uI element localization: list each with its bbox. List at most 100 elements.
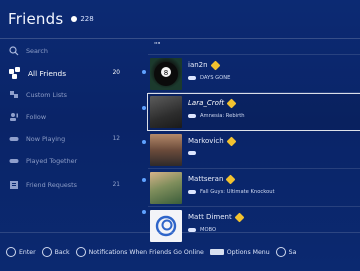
friend-name: ian2n <box>188 60 221 70</box>
controller-icon <box>8 133 20 145</box>
friend-row[interactable]: Mattseran Fall Guys: Ultimate Knockout <box>148 170 360 206</box>
friend-name-text: ian2n <box>188 61 208 69</box>
page-title: Friends <box>8 10 64 28</box>
hint-sa[interactable]: Sa <box>275 247 297 257</box>
sidebar-item-label: Custom Lists <box>26 91 68 99</box>
ps-plus-icon <box>234 212 245 222</box>
sidebar-item-label: Friend Requests <box>26 181 77 189</box>
friend-info: Mattseran Fall Guys: Ultimate Knockout <box>188 172 360 204</box>
avatar <box>150 172 182 204</box>
sidebar-item-played-together[interactable]: Played Together <box>8 152 132 170</box>
friends-icon <box>8 66 22 80</box>
friend-info: ian2n DAYS GONE <box>188 58 360 90</box>
game-icon <box>188 76 196 80</box>
friend-activity-text: Amnesia: Rebirth <box>200 113 245 119</box>
sidebar-item-label: Search <box>26 47 48 55</box>
friend-name-text: Mattseran <box>188 175 224 183</box>
ps-plus-icon <box>225 174 236 184</box>
hint-back[interactable]: Back <box>41 247 70 257</box>
online-dot <box>142 70 146 74</box>
button-hints-bar: Enter Back Notifications When Friends Go… <box>0 232 360 271</box>
sidebar-item-count: 21 <box>112 182 120 188</box>
sidebar-item-count: 12 <box>112 136 120 142</box>
row-divider <box>148 54 360 55</box>
friend-activity <box>188 151 200 155</box>
friend-row-selected[interactable]: Lara_Croft Amnesia: Rebirth <box>147 93 360 131</box>
game-icon <box>188 151 196 155</box>
header-divider <box>0 38 360 39</box>
requests-icon <box>8 179 20 191</box>
friend-activity-text: Fall Guys: Ultimate Knockout <box>200 189 275 195</box>
friends-count: 228 <box>71 15 94 23</box>
friend-name: Matt Diment <box>188 212 245 222</box>
hint-options-label: Options Menu <box>226 248 270 256</box>
row-divider <box>148 130 360 131</box>
online-dot <box>142 210 146 214</box>
friend-activity: DAYS GONE <box>188 75 230 81</box>
friend-row[interactable]: Markovich <box>148 132 360 168</box>
friend-name: "" <box>154 41 161 49</box>
game-icon <box>188 114 196 118</box>
hint-notifications-label: Notifications When Friends Go Online <box>88 248 204 256</box>
follow-icon <box>8 111 20 123</box>
avatar <box>150 134 182 166</box>
friend-info: Markovich <box>188 134 360 166</box>
avatar: 8 <box>150 58 182 90</box>
game-icon <box>188 190 196 194</box>
friend-name: Lara_Croft <box>188 98 237 108</box>
header: Friends 228 <box>0 0 360 38</box>
friend-activity: Fall Guys: Ultimate Knockout <box>188 189 275 195</box>
triangle-button-icon <box>275 247 286 257</box>
online-dot <box>142 106 146 110</box>
friend-name-text: Lara_Croft <box>188 99 225 107</box>
avatar <box>150 96 182 128</box>
square-button-icon <box>75 247 86 257</box>
controller-icon <box>8 155 20 167</box>
row-divider <box>148 168 360 169</box>
online-dot <box>142 140 146 144</box>
eight-ball-icon: 8 <box>154 62 178 86</box>
sidebar-item-label: Played Together <box>26 157 78 165</box>
hint-enter[interactable]: Enter <box>6 247 36 257</box>
hint-notifications[interactable]: Notifications When Friends Go Online <box>75 247 204 257</box>
circle-button-icon <box>41 247 52 257</box>
cross-button-icon <box>6 247 16 257</box>
list-icon <box>8 89 20 101</box>
sidebar-item-label: Now Playing <box>26 135 66 143</box>
friend-row[interactable]: 8 ian2n DAYS GONE <box>148 56 360 92</box>
options-button-icon <box>209 249 224 255</box>
row-divider <box>148 206 360 207</box>
sidebar-item-custom-lists[interactable]: Custom Lists <box>8 86 132 104</box>
friends-count-icon <box>71 16 78 22</box>
sidebar-item-now-playing[interactable]: Now Playing 12 <box>8 130 132 148</box>
friend-info: Lara_Croft Amnesia: Rebirth <box>188 96 360 128</box>
hint-enter-label: Enter <box>19 248 36 256</box>
sidebar-item-follow[interactable]: Follow <box>8 108 132 126</box>
online-dot <box>142 178 146 182</box>
friend-row[interactable]: "" <box>148 40 360 52</box>
friends-count-value: 228 <box>80 15 94 23</box>
svg-text:8: 8 <box>164 69 168 77</box>
friend-activity: Amnesia: Rebirth <box>188 113 245 119</box>
friend-name: Markovich <box>188 136 237 146</box>
search-icon <box>8 45 20 57</box>
friends-list: "" 8 ian2n DAYS GONE Lara_Croft Amnesia:… <box>147 40 360 242</box>
row-divider <box>148 92 360 93</box>
sidebar-item-label: Follow <box>26 113 47 121</box>
sidebar-item-friend-requests[interactable]: Friend Requests 21 <box>8 176 132 194</box>
friend-name-text: Markovich <box>188 137 224 145</box>
friend-name-text: Matt Diment <box>188 213 232 221</box>
friend-activity-text: DAYS GONE <box>200 75 231 81</box>
sidebar-item-label: All Friends <box>28 68 67 78</box>
sidebar-item-all-friends[interactable]: All Friends 20 <box>8 64 132 82</box>
ps-plus-icon <box>210 60 221 70</box>
ps-plus-icon <box>226 136 237 146</box>
hint-back-label: Back <box>54 248 70 256</box>
friend-info: "" <box>154 40 360 52</box>
sidebar: Search All Friends 20 Custom Lists Follo… <box>0 40 140 230</box>
hint-sa-label: Sa <box>288 248 297 256</box>
sidebar-item-search[interactable]: Search <box>8 42 132 60</box>
hint-options[interactable]: Options Menu <box>209 248 270 256</box>
sidebar-item-count: 20 <box>112 70 120 76</box>
ps-plus-icon <box>226 98 237 108</box>
